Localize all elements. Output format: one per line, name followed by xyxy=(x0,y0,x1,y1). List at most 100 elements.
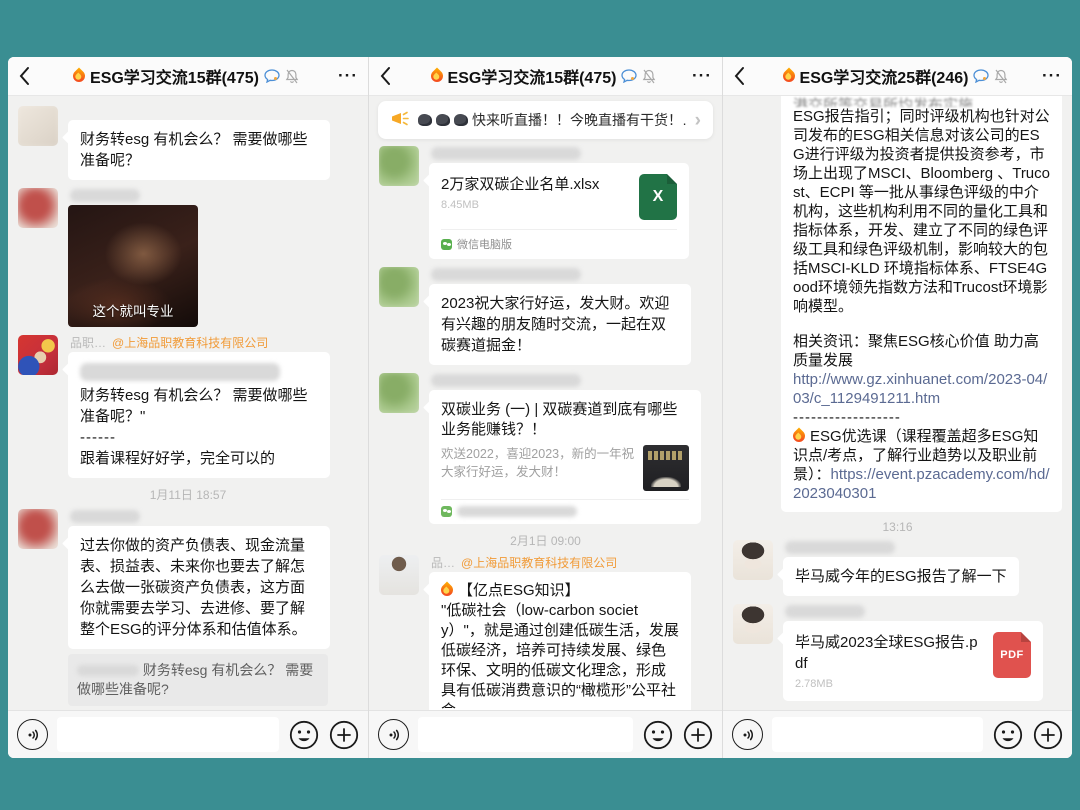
message-esg-knowledge: 品… @上海品职教育科技有限公司 【亿点ESG知识】 "低碳社会（low-car… xyxy=(379,555,712,710)
fire-icon xyxy=(791,428,808,445)
avatar[interactable] xyxy=(379,267,419,307)
avatar[interactable] xyxy=(733,540,773,580)
chat-panel-1: ESG学习交流15群(475) ··· 财务转esg 有机会么？ 需要做哪些准备… xyxy=(8,57,368,758)
more-menu-button[interactable]: ··· xyxy=(686,66,712,86)
plus-icon[interactable] xyxy=(328,719,359,750)
message-file-pdf: 毕马威2023全球ESG报告.pdf 2.78MB PDF xyxy=(733,604,1062,701)
file-size: 2.78MB xyxy=(795,678,983,690)
chat-header-2: ESG学习交流15群(475) ··· xyxy=(369,57,722,96)
more-menu-button[interactable]: ··· xyxy=(1036,66,1062,86)
avatar[interactable] xyxy=(379,373,419,413)
message-bubble: 【亿点ESG知识】 "低碳社会（low-carbon society）"，就是通… xyxy=(429,572,691,710)
message-file-xlsx: 2万家双碳企业名单.xlsx 8.45MB X 微信电脑版 xyxy=(379,146,712,259)
plus-icon[interactable] xyxy=(1032,719,1063,750)
chat-bubble-icon xyxy=(264,69,280,83)
message-input[interactable] xyxy=(57,717,279,752)
avatar[interactable] xyxy=(18,509,58,549)
sender-name-redacted xyxy=(431,267,691,281)
message-question: 财务转esg 有机会么？ 需要做哪些准备呢？ xyxy=(18,106,358,180)
fire-icon xyxy=(439,582,456,599)
voice-icon[interactable] xyxy=(732,719,763,750)
message-kpmg: 毕马威今年的ESG报告了解一下 xyxy=(733,540,1062,596)
message-link-card: 双碳业务 (一) | 双碳赛道到底有哪些业务能赚钱？！ 欢送2022，喜迎202… xyxy=(379,373,712,524)
chevron-right-icon: › xyxy=(695,111,701,130)
chat-scroll-area-1[interactable]: 财务转esg 有机会么？ 需要做哪些准备呢？ 这个就叫专业 品职… @上海品职教… xyxy=(8,96,368,710)
chat-panel-2: ESG学习交流15群(475) ··· 快来听直播！！今晚直 xyxy=(368,57,722,758)
sender-name: 品… @上海品职教育科技有限公司 xyxy=(431,555,691,569)
file-card[interactable]: 毕马威2023全球ESG报告.pdf 2.78MB PDF xyxy=(783,621,1043,701)
back-button[interactable] xyxy=(379,66,401,86)
announcement-text: 快来听直播！！今晚直播有干货！… xyxy=(418,110,687,130)
message-bubble: 过去你做的资产负债表、现金流量表、损益表、未来你也要去了解怎么去做一张碳资产负债… xyxy=(68,526,330,649)
back-button[interactable] xyxy=(18,66,40,86)
article-link-card[interactable]: 双碳业务 (一) | 双碳赛道到底有哪些业务能赚钱？！ 欢送2022，喜迎202… xyxy=(429,390,701,524)
screenshot-canvas: ESG学习交流15群(475) ··· 财务转esg 有机会么？ 需要做哪些准备… xyxy=(8,57,1072,758)
message-bubble: 港交所等交易所均发布实施 ESG报告指引；同时评级机构也针对公司发布的ESG相关… xyxy=(781,96,1062,512)
quoted-reply: 财务转esg 有机会么？ 需要做哪些准备呢? xyxy=(68,654,328,706)
bell-muted-icon xyxy=(994,69,1008,84)
file-name: 毕马威2023全球ESG报告.pdf xyxy=(795,632,983,674)
chat-bubble-icon xyxy=(621,69,637,83)
sender-name-redacted xyxy=(785,604,1043,618)
chat-title-text: ESG学习交流15群(475) xyxy=(448,64,617,88)
article-thumbnail xyxy=(643,445,689,491)
avatar[interactable] xyxy=(18,188,58,228)
chat-title: ESG学习交流15群(475) xyxy=(401,64,686,88)
video-thumbnail[interactable]: 这个就叫专业 xyxy=(68,205,198,327)
scooter-emoji xyxy=(454,114,468,126)
news-link[interactable]: http://www.gz.xinhuanet.com/2023-04/03/c… xyxy=(793,370,1050,408)
message-bubble: 财务转esg 有机会么？ 需要做哪些准备呢？" ------ 跟着课程好好学，完… xyxy=(68,352,330,478)
message-input[interactable] xyxy=(772,717,983,752)
article-source xyxy=(441,499,689,524)
clipped-text-line: 港交所等交易所均发布实施 xyxy=(793,96,1050,107)
avatar[interactable] xyxy=(733,604,773,644)
pdf-file-icon: PDF xyxy=(993,632,1031,678)
chat-title-text: ESG学习交流15群(475) xyxy=(90,64,259,88)
message-bubble: 毕马威今年的ESG报告了解一下 xyxy=(783,557,1019,596)
file-size: 8.45MB xyxy=(441,199,629,211)
sender-name-redacted xyxy=(431,373,691,387)
file-name: 2万家双碳企业名单.xlsx xyxy=(441,174,629,195)
message-input[interactable] xyxy=(418,717,633,752)
message-bubble: 财务转esg 有机会么？ 需要做哪些准备呢？ xyxy=(68,120,330,180)
chat-header-1: ESG学习交流15群(475) ··· xyxy=(8,57,368,96)
chat-title: ESG学习交流15群(475) xyxy=(40,64,332,88)
more-menu-button[interactable]: ··· xyxy=(332,66,358,86)
article-description: 欢送2022，喜迎2023，新的一年祝大家行好运，发大财！ xyxy=(441,445,635,491)
avatar-pinzhi[interactable] xyxy=(379,555,419,595)
megaphone-icon xyxy=(390,110,410,130)
voice-icon[interactable] xyxy=(17,719,48,750)
back-button[interactable] xyxy=(733,66,755,86)
source-name-redacted xyxy=(457,506,577,517)
avatar-pinzhi[interactable] xyxy=(18,335,58,375)
input-bar-3 xyxy=(723,710,1072,758)
emoji-icon[interactable] xyxy=(992,719,1023,750)
message-greeting: 2023祝大家行好运，发大财。欢迎有兴趣的朋友随时交流，一起在双碳赛道掘金！ xyxy=(379,267,712,365)
chat-scroll-area-3[interactable]: 港交所等交易所均发布实施 ESG报告指引；同时评级机构也针对公司发布的ESG相关… xyxy=(723,96,1072,710)
course-link[interactable]: https://event.pzacademy.com/hd/202304030… xyxy=(793,466,1050,502)
input-bar-2 xyxy=(369,710,722,758)
plus-icon[interactable] xyxy=(682,719,713,750)
scooter-emoji xyxy=(418,114,432,126)
bell-muted-icon xyxy=(285,69,299,84)
scooter-emoji xyxy=(436,114,450,126)
sender-name: 品职… @上海品职教育科技有限公司 xyxy=(70,335,330,349)
file-source: 微信电脑版 xyxy=(441,229,677,259)
voice-icon[interactable] xyxy=(378,719,409,750)
sender-name-redacted xyxy=(70,188,198,202)
fire-icon xyxy=(428,68,445,85)
enterprise-tag: @上海品职教育科技有限公司 xyxy=(461,554,617,571)
emoji-icon[interactable] xyxy=(642,719,673,750)
avatar[interactable] xyxy=(18,106,58,146)
input-bar-1 xyxy=(8,710,368,758)
message-pinzhi-reply: 品职… @上海品职教育科技有限公司 财务转esg 有机会么？ 需要做哪些准备呢？… xyxy=(18,335,358,478)
file-card[interactable]: 2万家双碳企业名单.xlsx 8.45MB X 微信电脑版 xyxy=(429,163,689,259)
timestamp: 13:16 xyxy=(723,520,1072,534)
chat-scroll-area-2[interactable]: 快来听直播！！今晚直播有干货！… › 2万家双碳企业名单.xlsx 8.45MB xyxy=(369,96,722,710)
excel-file-icon: X xyxy=(639,174,677,220)
chat-bubble-icon xyxy=(973,69,989,83)
announcement-banner[interactable]: 快来听直播！！今晚直播有干货！… › xyxy=(378,101,713,139)
avatar[interactable] xyxy=(379,146,419,186)
message-video: 这个就叫专业 xyxy=(18,188,358,327)
emoji-icon[interactable] xyxy=(288,719,319,750)
